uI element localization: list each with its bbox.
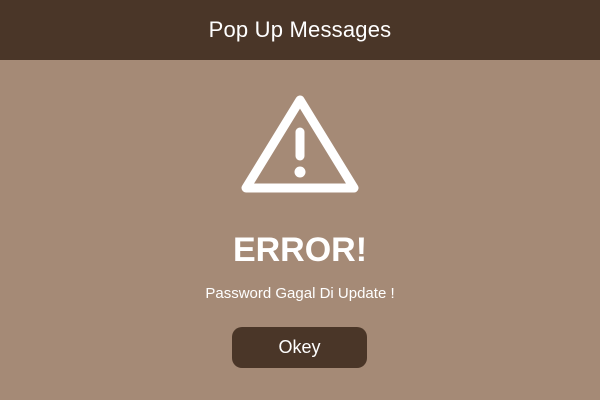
popup-screen: Pop Up Messages ERROR! Password Gagal Di… xyxy=(0,0,600,400)
okey-button[interactable]: Okey xyxy=(232,327,367,368)
warning-triangle-icon xyxy=(241,95,359,193)
error-heading: ERROR! xyxy=(232,231,368,269)
error-message: Password Gagal Di Update ! xyxy=(205,285,395,302)
page-title: Pop Up Messages xyxy=(208,17,392,42)
header-bar: Pop Up Messages xyxy=(0,0,600,60)
